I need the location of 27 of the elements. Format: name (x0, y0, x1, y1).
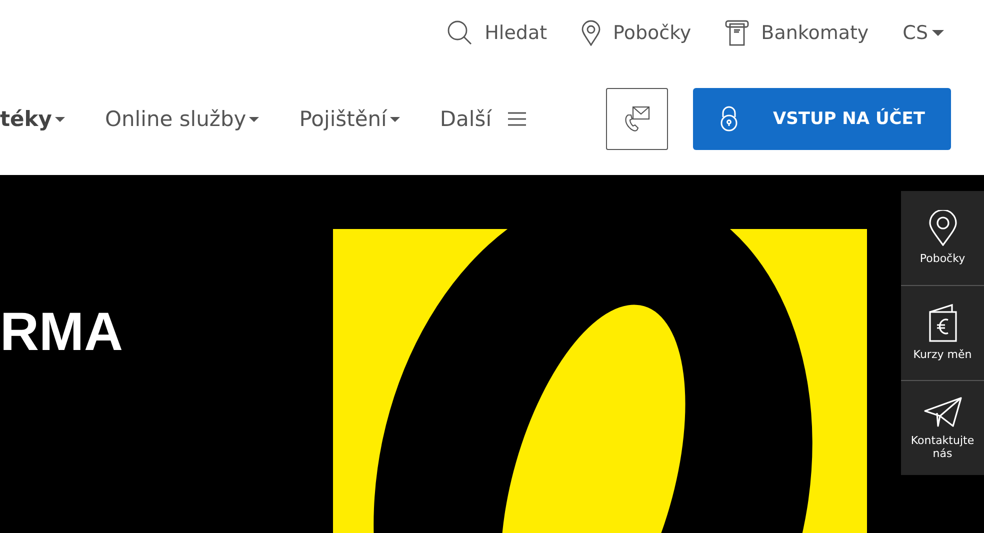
phone-envelope-icon (623, 105, 651, 133)
caret-icon (54, 116, 65, 122)
caret-icon (390, 116, 400, 122)
login-button[interactable]: VSTUP NA ÚČET (693, 88, 951, 150)
paper-plane-icon (922, 396, 962, 428)
atm-icon (725, 20, 750, 46)
caret-icon (249, 116, 260, 122)
euro-card-icon (928, 304, 958, 342)
top-link[interactable]: Hledat (446, 20, 548, 46)
nav-item[interactable]: Pojištění (299, 107, 400, 131)
nav-item[interactable]: Online služby (104, 107, 260, 131)
side-panel-item[interactable]: Kontaktujte nás (901, 381, 984, 475)
menu-icon (506, 111, 527, 127)
top-link[interactable]: Pobočky (581, 20, 692, 46)
hero-heading: RMA (0, 301, 124, 363)
nav-item[interactable]: Další (440, 107, 527, 131)
side-panel-item[interactable]: Kurzy měn (901, 286, 984, 381)
caret-icon (932, 30, 944, 36)
top-link[interactable]: Bankomaty (725, 20, 869, 46)
contact-button[interactable] (606, 88, 668, 150)
padlock-icon (719, 106, 739, 132)
side-panel-item[interactable]: Pobočky (901, 191, 984, 286)
search-icon (446, 20, 473, 46)
location-pin-icon (581, 20, 602, 46)
language-selector[interactable]: CS (902, 22, 944, 44)
nav-item[interactable]: téky (0, 107, 65, 131)
location-pin-icon (928, 210, 958, 246)
